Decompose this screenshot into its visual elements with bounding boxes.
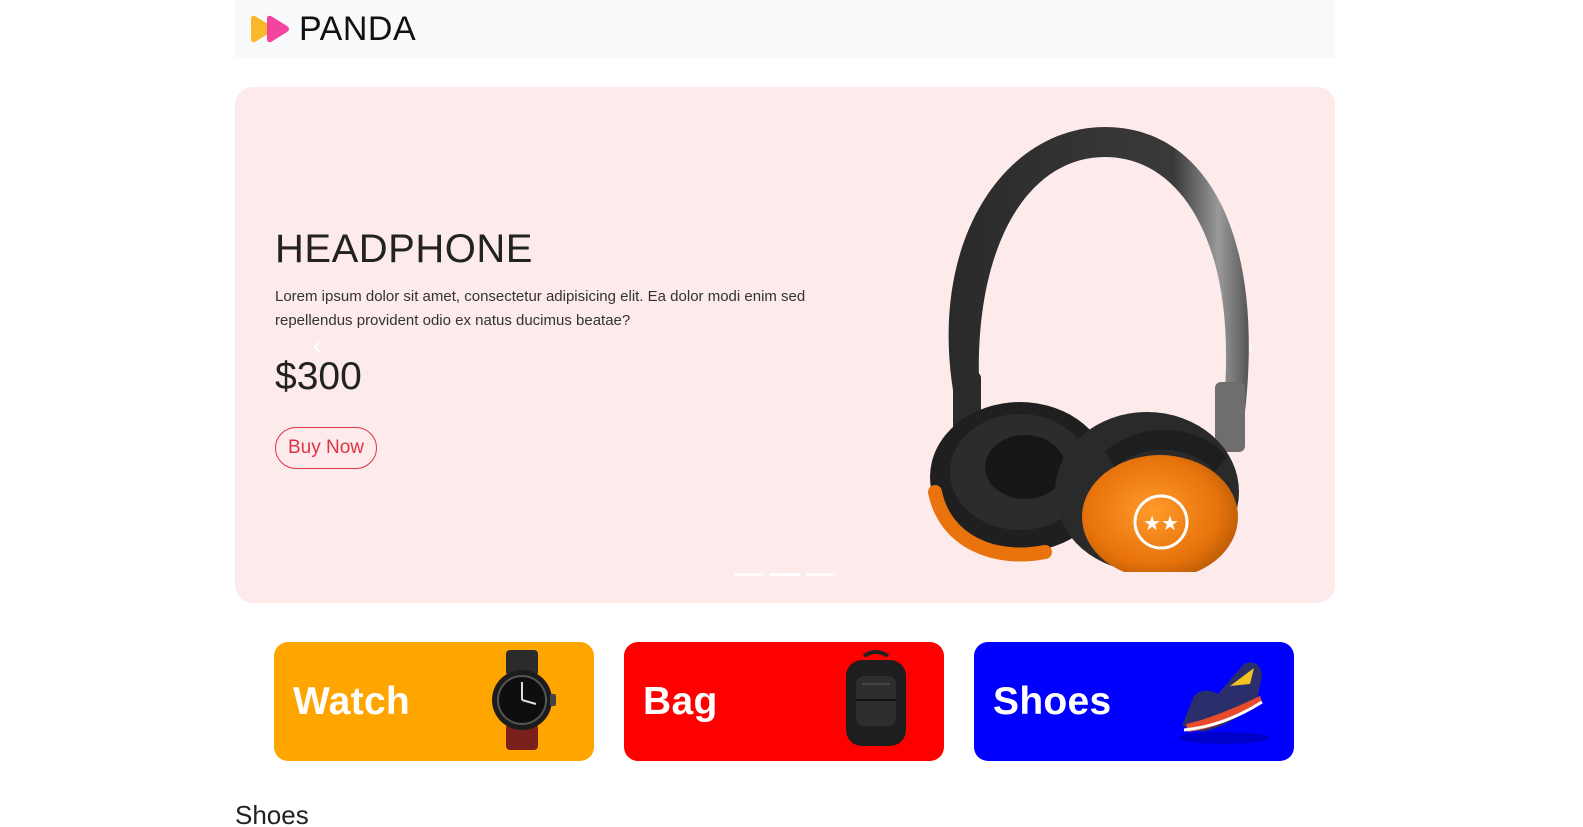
buy-now-button[interactable]: Buy Now — [275, 427, 378, 469]
category-card-shoes[interactable]: Shoes — [974, 642, 1294, 761]
category-label: Bag — [643, 679, 718, 723]
carousel-indicator[interactable] — [734, 573, 764, 576]
category-label: Watch — [293, 679, 411, 723]
watch-image — [492, 650, 556, 750]
hero-carousel: HEADPHONE Lorem ipsum dolor sit amet, co… — [235, 87, 1335, 603]
sneaker-image — [1178, 662, 1270, 744]
headphone-image: ★★ — [928, 127, 1249, 572]
hero-price: $300 — [275, 355, 362, 398]
navbar: PANDA — [235, 0, 1335, 58]
backpack-image — [846, 650, 906, 746]
hero-title: HEADPHONE — [275, 227, 533, 271]
section-title: Shoes — [235, 800, 309, 827]
category-card-watch[interactable]: Watch — [274, 642, 594, 761]
chevron-left-icon[interactable]: ‹ — [307, 332, 327, 358]
svg-text:★★: ★★ — [1143, 511, 1179, 535]
play-arrows-logo-icon — [251, 15, 289, 43]
category-card-bag[interactable]: Bag — [624, 642, 944, 761]
category-label: Shoes — [993, 679, 1112, 723]
hero-description: Lorem ipsum dolor sit amet, consectetur … — [275, 288, 806, 329]
carousel-indicators — [734, 573, 836, 576]
brand-name: PANDA — [299, 10, 417, 48]
carousel-indicator[interactable] — [806, 573, 836, 576]
brand-logo[interactable]: PANDA — [249, 12, 416, 46]
carousel-indicator-active[interactable] — [770, 573, 800, 576]
hero-content: HEADPHONE Lorem ipsum dolor sit amet, co… — [275, 227, 855, 469]
